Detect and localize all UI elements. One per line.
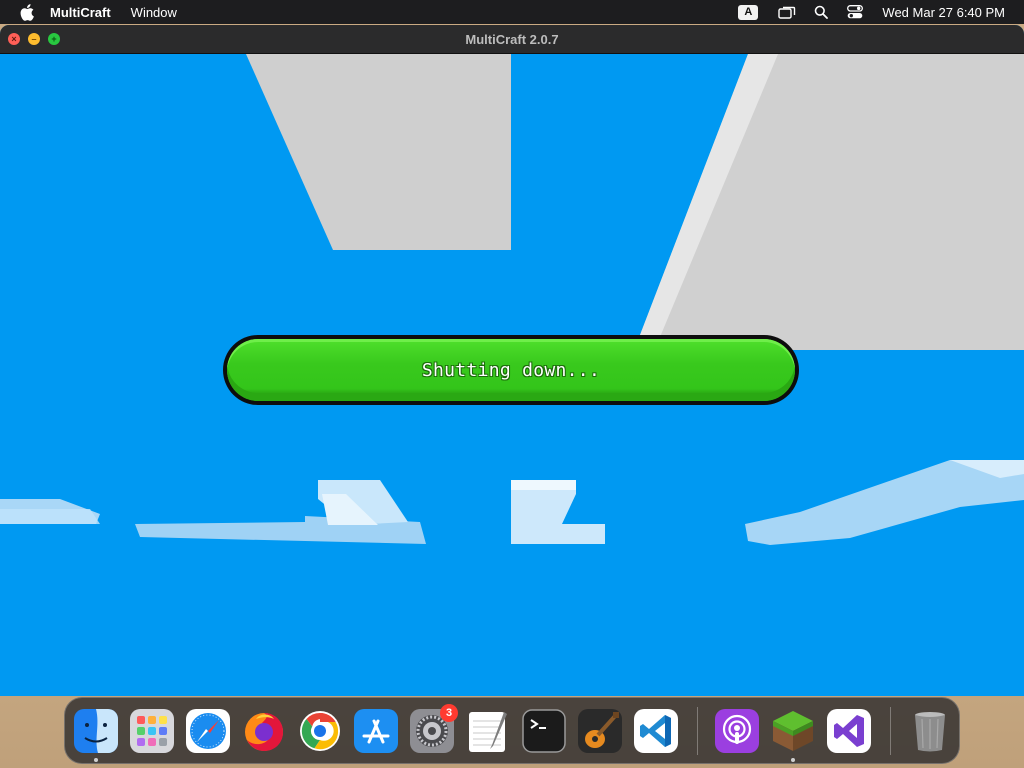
distant-cloud	[0, 509, 100, 524]
textedit-icon	[469, 711, 507, 752]
safari-icon	[186, 708, 230, 753]
apple-menu-icon[interactable]	[18, 3, 36, 21]
minimize-icon: –	[31, 34, 37, 44]
dock: 3	[64, 697, 960, 764]
running-indicator	[94, 757, 98, 762]
notification-badge: 3	[440, 703, 458, 722]
dock-item-firefox[interactable]	[242, 709, 286, 753]
status-pill-body: Shutting down...	[227, 339, 795, 401]
window-minimize-button[interactable]: –	[28, 33, 40, 45]
menu-app-name[interactable]: MultiCraft	[50, 5, 111, 20]
visual-studio-icon	[827, 708, 871, 753]
terminal-icon	[522, 708, 566, 753]
input-source-indicator[interactable]: A	[738, 4, 759, 20]
dock-item-launchpad[interactable]	[130, 708, 174, 753]
trash-icon	[915, 711, 945, 751]
status-message: Shutting down...	[421, 359, 601, 381]
finder-icon	[74, 708, 118, 753]
launchpad-icon	[130, 708, 174, 753]
multicraft-window: × – + MultiCraft 2.0.7 Shutting down...	[0, 25, 1024, 696]
vscode-icon	[634, 708, 678, 753]
status-dialog: Shutting down...	[223, 335, 799, 405]
garageband-icon	[578, 708, 622, 753]
dock-item-terminal[interactable]	[522, 708, 566, 753]
dock-item-textedit[interactable]	[466, 709, 510, 753]
app-store-icon	[354, 708, 398, 753]
dock-separator	[697, 706, 698, 755]
window-zoom-button[interactable]: +	[48, 33, 60, 45]
zoom-icon: +	[51, 34, 57, 44]
dock-item-vscode[interactable]	[634, 708, 678, 753]
distant-cloud	[511, 480, 576, 490]
window-close-button[interactable]: ×	[8, 33, 20, 45]
dock-item-multicraft[interactable]	[771, 709, 815, 762]
podcasts-icon	[715, 708, 759, 753]
dock-item-chrome[interactable]	[298, 709, 342, 753]
dock-item-safari[interactable]	[186, 708, 230, 753]
window-title-bar[interactable]: × – +	[0, 25, 1024, 54]
dock-item-visual-studio[interactable]	[827, 708, 871, 753]
chrome-icon	[300, 710, 340, 751]
dock-item-finder[interactable]	[74, 708, 118, 762]
running-indicator	[791, 757, 795, 762]
dock-item-trash[interactable]	[908, 709, 952, 753]
dock-item-garageband[interactable]	[578, 708, 622, 753]
firefox-icon	[245, 712, 283, 751]
dock-separator	[890, 706, 891, 755]
control-center-icon[interactable]	[846, 4, 864, 20]
menu-bar: MultiCraft Window A Wed Mar 27 6:40 PM	[0, 0, 1024, 24]
window-switch-icon[interactable]	[778, 4, 796, 20]
spotlight-search-icon[interactable]	[812, 4, 830, 20]
dock-item-app-store[interactable]	[354, 708, 398, 753]
multicraft-icon	[773, 710, 813, 751]
dock-item-podcasts[interactable]	[715, 708, 759, 753]
close-icon: ×	[11, 34, 17, 44]
menu-window[interactable]: Window	[131, 5, 177, 20]
dock-item-system-settings[interactable]: 3	[410, 703, 458, 753]
menu-clock[interactable]: Wed Mar 27 6:40 PM	[882, 5, 1005, 20]
